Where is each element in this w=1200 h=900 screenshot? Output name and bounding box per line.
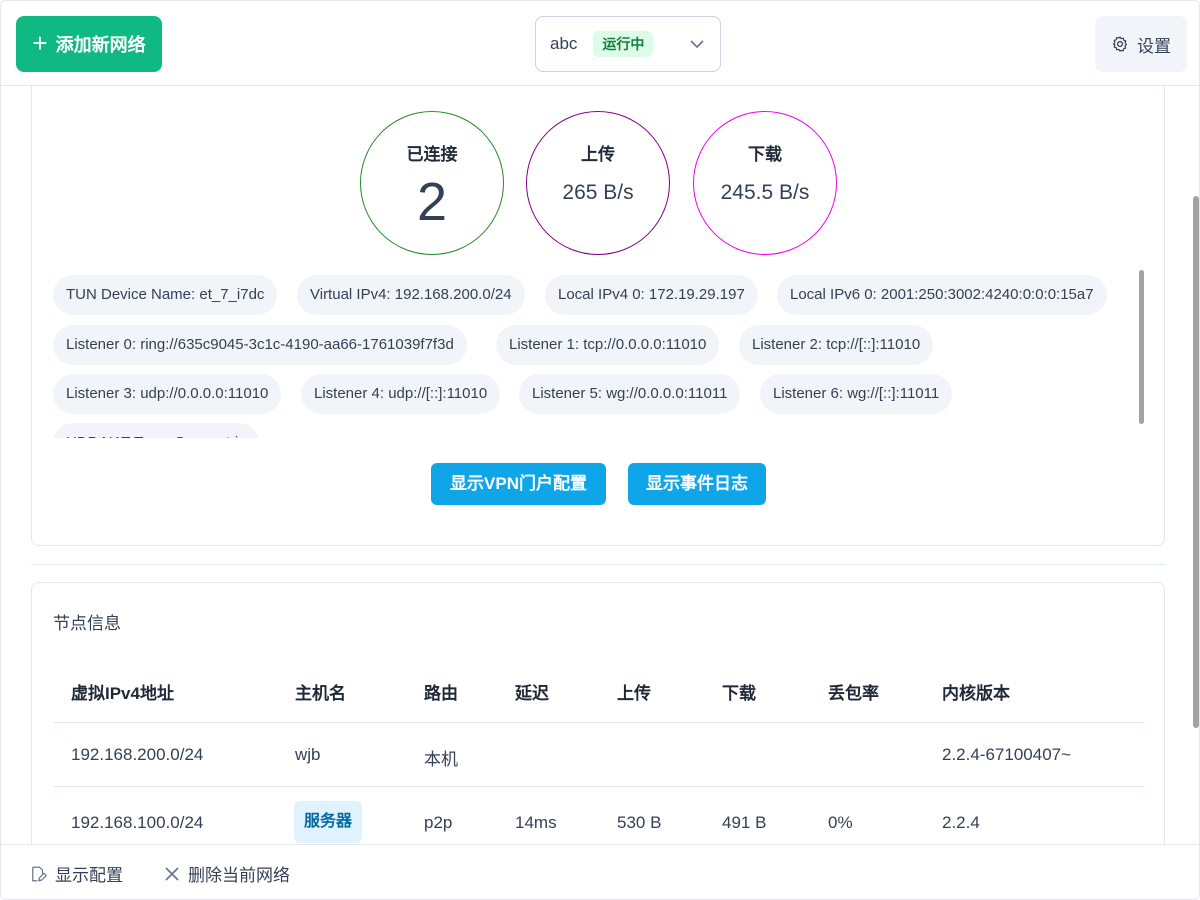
add-network-button[interactable]: + 添加新网络 — [16, 16, 162, 72]
cell-ipv4: 192.168.200.0/24 — [71, 745, 204, 764]
divider — [31, 564, 1165, 565]
connected-value: 2 — [416, 172, 448, 232]
connected-stat: 已连接 2 — [360, 111, 504, 255]
delete-network-button[interactable]: 删除当前网络 — [164, 861, 290, 886]
download-value: 245.5 B/s — [720, 181, 810, 204]
tag-listener-2: Listener 2: tcp://[::]:11010 — [739, 325, 934, 365]
tag-listener-0: Listener 0: ring://635c9045-3c1c-4190-aa… — [53, 325, 467, 365]
cell-hostname: wjb — [295, 745, 321, 764]
show-config-button[interactable]: 显示配置 — [29, 861, 123, 886]
cell-route: 本机 — [424, 750, 458, 769]
node-info-title: 节点信息 — [53, 614, 121, 633]
footer-bar: 显示配置 删除当前网络 — [0, 844, 1200, 900]
cell-route: p2p — [424, 813, 453, 832]
row-divider — [53, 722, 1145, 723]
tag-tun-device: TUN Device Name: et_7_i7dc — [53, 275, 278, 315]
info-tags[interactable]: TUN Device Name: et_7_i7dc Virtual IPv4:… — [53, 275, 1133, 438]
col-loss-rate: 丢包率 — [828, 684, 879, 703]
node-info-card: 节点信息 虚拟IPv4地址 主机名 路由 延迟 上传 下载 丢包率 内核版本 1… — [31, 582, 1165, 844]
network-status-card: 已连接 2 上传 265 B/s 下载 245.5 B/s TUN Device… — [31, 86, 1165, 546]
col-latency: 延迟 — [515, 684, 549, 703]
cell-hostname-tag: 服务器 — [294, 801, 363, 843]
page-scrollbar[interactable] — [1193, 196, 1199, 728]
download-stat: 下载 245.5 B/s — [693, 111, 837, 255]
tag-local-ipv4: Local IPv4 0: 172.19.29.197 — [545, 275, 758, 315]
cell-ipv4: 192.168.100.0/24 — [71, 813, 204, 832]
main-content[interactable]: 已连接 2 上传 265 B/s 下载 245.5 B/s TUN Device… — [0, 86, 1200, 844]
col-virtual-ipv4: 虚拟IPv4地址 — [71, 684, 174, 703]
upload-stat: 上传 265 B/s — [526, 111, 670, 255]
plus-icon: + — [32, 27, 48, 58]
tag-local-ipv6: Local IPv6 0: 2001:250:3002:4240:0:0:0:1… — [777, 275, 1107, 315]
col-download: 下载 — [722, 684, 756, 703]
delete-network-label: 删除当前网络 — [188, 866, 290, 885]
show-config-label: 显示配置 — [55, 866, 123, 885]
top-bar: + 添加新网络 abc 运行中 设置 — [0, 0, 1200, 86]
network-name: abc — [550, 34, 578, 53]
download-label: 下载 — [748, 145, 782, 164]
gear-icon — [1112, 36, 1128, 52]
connected-label: 已连接 — [406, 145, 458, 164]
tag-listener-3: Listener 3: udp://0.0.0.0:11010 — [53, 374, 282, 414]
tag-udp-nat: UDP NAT Type: Symmetric — [53, 423, 259, 438]
chevron-down-icon — [690, 40, 704, 49]
status-badge: 运行中 — [593, 31, 654, 57]
col-route: 路由 — [424, 684, 458, 703]
add-network-label: 添加新网络 — [55, 35, 146, 55]
upload-label: 上传 — [581, 145, 615, 164]
tag-virtual-ipv4: Virtual IPv4: 192.168.200.0/24 — [297, 275, 525, 315]
cell-latency: 14ms — [515, 813, 557, 832]
cell-loss-rate: 0% — [828, 813, 853, 832]
row-divider — [53, 786, 1145, 787]
cell-download: 491 B — [722, 813, 767, 832]
settings-label: 设置 — [1137, 36, 1171, 56]
col-hostname: 主机名 — [295, 684, 346, 703]
col-version: 内核版本 — [942, 684, 1010, 703]
network-select[interactable]: abc 运行中 — [535, 16, 721, 72]
cell-version: 2.2.4 — [942, 813, 980, 832]
show-vpn-portal-button[interactable]: 显示VPN门户配置 — [431, 463, 606, 505]
tag-listener-4: Listener 4: udp://[::]:11010 — [301, 374, 501, 414]
close-icon — [165, 866, 179, 881]
tag-listener-1: Listener 1: tcp://0.0.0.0:11010 — [496, 325, 720, 365]
col-upload: 上传 — [617, 684, 651, 703]
show-event-log-button[interactable]: 显示事件日志 — [628, 463, 766, 505]
cell-upload: 530 B — [617, 813, 662, 832]
tag-listener-6: Listener 6: wg://[::]:11011 — [760, 374, 953, 414]
settings-button[interactable]: 设置 — [1095, 16, 1187, 72]
cell-version: 2.2.4-67100407~ — [942, 745, 1072, 764]
upload-value: 265 B/s — [562, 181, 634, 204]
tags-scrollbar[interactable] — [1139, 270, 1144, 424]
edit-file-icon — [32, 866, 47, 881]
tag-listener-5: Listener 5: wg://0.0.0.0:11011 — [519, 374, 741, 414]
